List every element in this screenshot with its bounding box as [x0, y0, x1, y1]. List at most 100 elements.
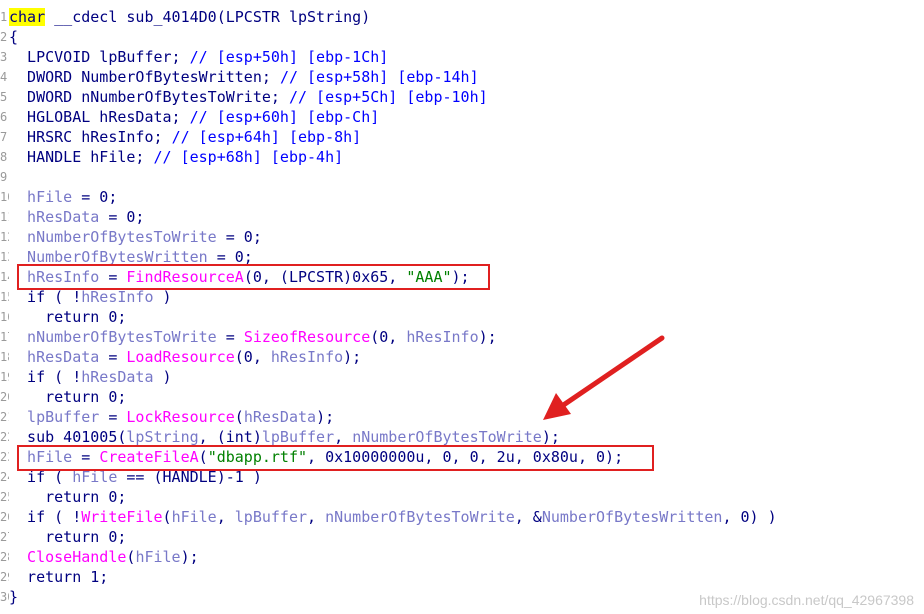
- code-token: (0, (LPCSTR)0x65,: [243, 268, 407, 286]
- code-token: lpBuffer: [261, 428, 335, 446]
- code-line[interactable]: 26 if ( !WriteFile(hFile, lpBuffer, nNum…: [0, 507, 924, 527]
- code-line[interactable]: 10 hFile = 0;: [0, 187, 924, 207]
- line-number: 27: [0, 530, 9, 544]
- code-token: );: [316, 408, 335, 426]
- code-line[interactable]: 9: [0, 167, 924, 187]
- code-text: if ( !hResData ): [9, 367, 172, 387]
- code-token: // [esp+68h] [ebp-4h]: [153, 148, 344, 166]
- code-token: // [esp+5Ch] [ebp-10h]: [288, 88, 488, 106]
- line-number: 8: [0, 150, 8, 164]
- line-number: 24: [0, 470, 9, 484]
- code-line[interactable]: 29 return 1;: [0, 567, 924, 587]
- code-line[interactable]: 18 hResData = LoadResource(0, hResInfo);: [0, 347, 924, 367]
- code-line[interactable]: 6 HGLOBAL hResData; // [esp+60h] [ebp-Ch…: [0, 107, 924, 127]
- code-line[interactable]: 3 LPCVOID lpBuffer; // [esp+50h] [ebp-1C…: [0, 47, 924, 67]
- line-number: 26: [0, 510, 9, 524]
- code-line[interactable]: 14 hResInfo = FindResourceA(0, (LPCSTR)0…: [0, 267, 924, 287]
- code-token: = 0;: [72, 188, 118, 206]
- code-line[interactable]: 4 DWORD NumberOfBytesWritten; // [esp+58…: [0, 67, 924, 87]
- code-token: // [esp+60h] [ebp-Ch]: [189, 108, 380, 126]
- code-token: // [esp+58h] [ebp-14h]: [279, 68, 479, 86]
- code-token: sub_401005(: [9, 428, 127, 446]
- code-line[interactable]: 13 NumberOfBytesWritten = 0;: [0, 247, 924, 267]
- code-token: ,: [307, 508, 326, 526]
- code-token: nNumberOfBytesToWrite: [325, 508, 515, 526]
- code-token: // [esp+64h] [ebp-8h]: [171, 128, 362, 146]
- code-token: == (HANDLE)-1 ): [117, 468, 262, 486]
- line-number: 15: [0, 290, 9, 304]
- code-text: NumberOfBytesWritten = 0;: [9, 247, 253, 267]
- code-token: hResData: [243, 408, 317, 426]
- code-token: HGLOBAL hResData;: [9, 108, 190, 126]
- code-line[interactable]: 23 hFile = CreateFileA("dbapp.rtf", 0x10…: [0, 447, 924, 467]
- code-token: DWORD NumberOfBytesWritten;: [9, 68, 280, 86]
- code-line[interactable]: 24 if ( hFile == (HANDLE)-1 ): [0, 467, 924, 487]
- code-line[interactable]: 16 return 0;: [0, 307, 924, 327]
- code-token: // [esp+50h] [ebp-1Ch]: [189, 48, 389, 66]
- code-text: hFile = CreateFileA("dbapp.rtf", 0x10000…: [9, 447, 623, 467]
- line-number: 3: [0, 50, 8, 64]
- line-number: 19: [0, 370, 9, 384]
- code-token: ): [153, 368, 172, 386]
- code-token: );: [541, 428, 560, 446]
- line-number: 11: [0, 210, 9, 224]
- code-line[interactable]: 20 return 0;: [0, 387, 924, 407]
- code-line[interactable]: 19 if ( !hResData ): [0, 367, 924, 387]
- code-line[interactable]: 28 CloseHandle(hFile);: [0, 547, 924, 567]
- code-text: HGLOBAL hResData; // [esp+60h] [ebp-Ch]: [9, 107, 379, 127]
- code-line[interactable]: 15 if ( !hResInfo ): [0, 287, 924, 307]
- code-line[interactable]: 22 sub_401005(lpString, (int)lpBuffer, n…: [0, 427, 924, 447]
- code-token: LPCVOID lpBuffer;: [9, 48, 190, 66]
- line-number: 1: [0, 10, 8, 24]
- line-number: 22: [0, 430, 9, 444]
- code-line[interactable]: 17 nNumberOfBytesToWrite = SizeofResourc…: [0, 327, 924, 347]
- code-text: {: [9, 27, 18, 47]
- code-token: hFile: [72, 468, 118, 486]
- line-number: 29: [0, 570, 9, 584]
- code-token: }: [9, 588, 19, 606]
- code-text: CloseHandle(hFile);: [9, 547, 199, 567]
- code-line[interactable]: 5 DWORD nNumberOfBytesToWrite; // [esp+5…: [0, 87, 924, 107]
- code-token: lpString: [126, 428, 199, 446]
- code-line[interactable]: 25 return 0;: [0, 487, 924, 507]
- code-line[interactable]: 2{: [0, 27, 924, 47]
- code-text: char __cdecl sub_4014D0(LPCSTR lpString): [9, 7, 370, 27]
- code-line[interactable]: 1 char __cdecl sub_4014D0(LPCSTR lpString…: [0, 7, 924, 27]
- code-token: {: [9, 28, 19, 46]
- code-line[interactable]: 7 HRSRC hResInfo; // [esp+64h] [ebp-8h]: [0, 127, 924, 147]
- line-number: 5: [0, 90, 8, 104]
- code-text: HRSRC hResInfo; // [esp+64h] [ebp-8h]: [9, 127, 361, 147]
- code-token: "dbapp.rtf": [207, 448, 308, 466]
- code-text: return 1;: [9, 567, 108, 587]
- code-text: if ( !WriteFile(hFile, lpBuffer, nNumber…: [9, 507, 777, 527]
- code-token: = 0;: [99, 208, 145, 226]
- code-line[interactable]: 27 return 0;: [0, 527, 924, 547]
- code-text: HANDLE hFile; // [esp+68h] [ebp-4h]: [9, 147, 343, 167]
- code-token: , (int): [198, 428, 262, 446]
- line-number: 4: [0, 70, 8, 84]
- code-token: hFile: [135, 548, 181, 566]
- code-token: return 1;: [9, 568, 109, 586]
- code-token: HRSRC hResInfo;: [9, 128, 172, 146]
- code-text: return 0;: [9, 307, 126, 327]
- code-token: hResInfo: [406, 328, 479, 346]
- code-line[interactable]: 21 lpBuffer = LockResource(hResData);: [0, 407, 924, 427]
- code-token: return 0;: [9, 308, 127, 326]
- code-token: if ( !: [9, 288, 82, 306]
- code-text: nNumberOfBytesToWrite = SizeofResource(0…: [9, 327, 497, 347]
- code-token: (: [162, 508, 172, 526]
- code-line[interactable]: 12 nNumberOfBytesToWrite = 0;: [0, 227, 924, 247]
- code-line[interactable]: 11 hResData = 0;: [0, 207, 924, 227]
- code-token: hFile: [171, 508, 217, 526]
- code-token: lpBuffer: [234, 508, 308, 526]
- code-text: }: [9, 587, 18, 607]
- code-token: "AAA": [406, 268, 452, 286]
- line-number: 28: [0, 550, 9, 564]
- code-token: hResData: [9, 348, 100, 366]
- code-line[interactable]: 8 HANDLE hFile; // [esp+68h] [ebp-4h]: [0, 147, 924, 167]
- code-token: hFile: [9, 448, 73, 466]
- code-text: return 0;: [9, 527, 126, 547]
- code-token: =: [99, 348, 127, 366]
- code-token: hResData: [81, 368, 154, 386]
- code-token: CloseHandle: [9, 548, 127, 566]
